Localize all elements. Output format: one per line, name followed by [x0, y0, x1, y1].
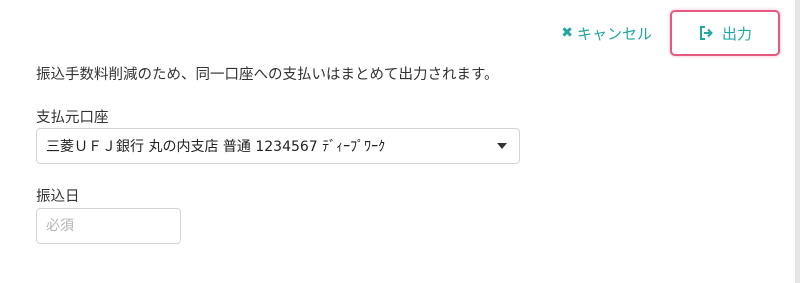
export-label: 出力: [721, 24, 752, 43]
close-icon: ✖: [561, 25, 573, 41]
panel-edge: [795, 0, 800, 283]
date-label: 振込日: [36, 189, 80, 205]
account-label: 支払元口座: [36, 110, 109, 126]
cancel-button[interactable]: ✖ キャンセル: [561, 23, 652, 44]
export-icon: [698, 25, 714, 41]
account-select[interactable]: 三菱ＵＦＪ銀行 丸の内支店 普通 1234567 ﾃﾞｨｰﾌﾟﾜｰｸ: [36, 128, 520, 164]
chevron-down-icon: [497, 143, 507, 149]
toolbar: ✖ キャンセル 出力: [540, 9, 780, 57]
info-message: 振込手数料削減のため、同一口座への支払いはまとめて出力されます。: [36, 67, 499, 83]
cancel-label: キャンセル: [576, 24, 652, 43]
export-button[interactable]: 出力: [670, 10, 780, 56]
account-selected-value: 三菱ＵＦＪ銀行 丸の内支店 普通 1234567 ﾃﾞｨｰﾌﾟﾜｰｸ: [46, 139, 386, 155]
transfer-date-input[interactable]: [36, 208, 181, 244]
